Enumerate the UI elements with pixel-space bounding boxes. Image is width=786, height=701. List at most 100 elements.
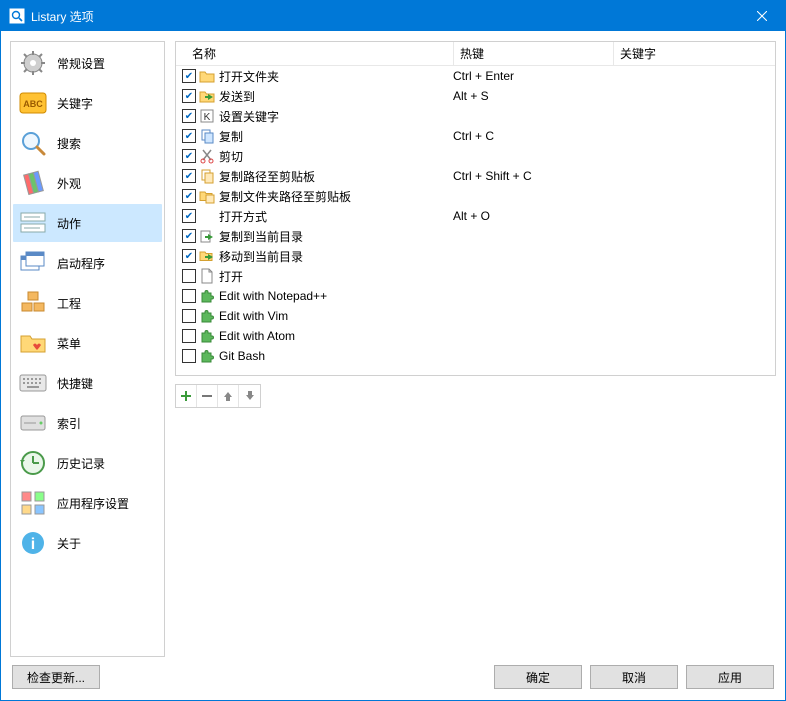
sidebar-item-launch[interactable]: 启动程序	[13, 244, 162, 282]
action-row[interactable]: 打开	[176, 266, 775, 286]
svg-text:K: K	[204, 112, 211, 123]
sidebar-item-appearance[interactable]: 外观	[13, 164, 162, 202]
action-icon	[199, 268, 215, 284]
action-checkbox[interactable]: ✔	[182, 149, 196, 163]
action-row[interactable]: ✔发送到Alt + S	[176, 86, 775, 106]
cancel-button[interactable]: 取消	[590, 665, 678, 689]
action-checkbox[interactable]	[182, 349, 196, 363]
add-button[interactable]	[176, 385, 197, 407]
column-name[interactable]: 名称	[176, 42, 454, 65]
sidebar-item-label: 索引	[57, 415, 81, 432]
action-name: 复制	[219, 128, 453, 145]
sidebar-item-label: 快捷键	[57, 375, 93, 392]
action-icon	[199, 188, 215, 204]
sidebar-item-hotkey[interactable]: 快捷键	[13, 364, 162, 402]
action-name: 打开	[219, 268, 453, 285]
action-row[interactable]: ✔剪切	[176, 146, 775, 166]
action-checkbox[interactable]	[182, 309, 196, 323]
action-name: 复制文件夹路径至剪贴板	[219, 188, 453, 205]
move-up-button[interactable]	[218, 385, 239, 407]
column-keyword[interactable]: 关键字	[614, 42, 775, 65]
folder-heart-icon	[19, 329, 47, 357]
ok-button[interactable]: 确定	[494, 665, 582, 689]
action-row[interactable]: Git Bash	[176, 346, 775, 366]
gear-icon	[19, 49, 47, 77]
action-checkbox[interactable]	[182, 329, 196, 343]
action-checkbox[interactable]: ✔	[182, 249, 196, 263]
sidebar-item-label: 菜单	[57, 335, 81, 352]
action-checkbox[interactable]: ✔	[182, 69, 196, 83]
close-button[interactable]	[739, 1, 785, 31]
window: Listary 选项 常规设置 ABC 关键字 搜索	[0, 0, 786, 701]
action-checkbox[interactable]	[182, 269, 196, 283]
sidebar-item-actions[interactable]: 动作	[13, 204, 162, 242]
action-row[interactable]: ✔ 打开文件夹Ctrl + Enter	[176, 66, 775, 86]
grid-icon	[19, 489, 47, 517]
action-icon	[199, 208, 215, 224]
arrow-up-icon	[222, 390, 234, 402]
action-checkbox[interactable]: ✔	[182, 229, 196, 243]
sidebar-item-about[interactable]: i 关于	[13, 524, 162, 562]
action-hotkey: Ctrl + Enter	[453, 69, 614, 83]
action-name: Edit with Notepad++	[219, 289, 453, 303]
sidebar-item-project[interactable]: 工程	[13, 284, 162, 322]
action-name: 复制到当前目录	[219, 228, 453, 245]
action-checkbox[interactable]: ✔	[182, 129, 196, 143]
action-icon	[199, 168, 215, 184]
sidebar-item-label: 历史记录	[57, 455, 105, 472]
action-row[interactable]: ✔ 打开方式Alt + O	[176, 206, 775, 226]
action-icon: K	[199, 108, 215, 124]
sidebar-item-appsettings[interactable]: 应用程序设置	[13, 484, 162, 522]
sidebar-item-history[interactable]: 历史记录	[13, 444, 162, 482]
main: 常规设置 ABC 关键字 搜索 外观 动作	[10, 41, 776, 657]
arrow-down-icon	[244, 390, 256, 402]
action-checkbox[interactable]: ✔	[182, 189, 196, 203]
check-update-button[interactable]: 检查更新...	[12, 665, 100, 689]
action-checkbox[interactable]	[182, 289, 196, 303]
action-name: 设置关键字	[219, 108, 453, 125]
action-row[interactable]: ✔移动到当前目录	[176, 246, 775, 266]
sidebar-item-label: 动作	[57, 215, 81, 232]
action-row[interactable]: Edit with Atom	[176, 326, 775, 346]
action-icon	[199, 288, 215, 304]
action-row[interactable]: ✔ 复制Ctrl + C	[176, 126, 775, 146]
action-name: 打开文件夹	[219, 68, 453, 85]
svg-text:i: i	[31, 536, 35, 553]
action-row[interactable]: Edit with Vim	[176, 306, 775, 326]
list-header: 名称 热键 关键字	[176, 42, 775, 66]
action-hotkey: Ctrl + C	[453, 129, 614, 143]
list-icon	[19, 209, 47, 237]
action-checkbox[interactable]: ✔	[182, 89, 196, 103]
sidebar-item-label: 搜索	[57, 135, 81, 152]
action-row[interactable]: ✔ 复制到当前目录	[176, 226, 775, 246]
action-name: Edit with Atom	[219, 329, 453, 343]
action-checkbox[interactable]: ✔	[182, 109, 196, 123]
action-row[interactable]: ✔复制路径至剪贴板Ctrl + Shift + C	[176, 166, 775, 186]
apply-button[interactable]: 应用	[686, 665, 774, 689]
swatch-icon	[19, 169, 47, 197]
column-hotkey[interactable]: 热键	[454, 42, 614, 65]
action-icon	[199, 68, 215, 84]
action-row[interactable]: Edit with Notepad++	[176, 286, 775, 306]
action-icon	[199, 148, 215, 164]
list-toolbar	[175, 384, 261, 408]
remove-button[interactable]	[197, 385, 218, 407]
sidebar-item-search[interactable]: 搜索	[13, 124, 162, 162]
sidebar-item-menu[interactable]: 菜单	[13, 324, 162, 362]
action-icon	[199, 308, 215, 324]
sidebar-item-general[interactable]: 常规设置	[13, 44, 162, 82]
action-checkbox[interactable]: ✔	[182, 209, 196, 223]
action-name: 打开方式	[219, 208, 453, 225]
action-checkbox[interactable]: ✔	[182, 169, 196, 183]
action-icon	[199, 88, 215, 104]
move-down-button[interactable]	[239, 385, 260, 407]
list-body[interactable]: ✔打开文件夹Ctrl + Enter✔发送到Alt + S✔K设置关键字✔复制C…	[176, 66, 775, 375]
action-row[interactable]: ✔ K 设置关键字	[176, 106, 775, 126]
sidebar-item-keyword[interactable]: ABC 关键字	[13, 84, 162, 122]
sidebar-item-label: 外观	[57, 175, 81, 192]
action-row[interactable]: ✔ 复制文件夹路径至剪贴板	[176, 186, 775, 206]
action-hotkey: Alt + O	[453, 209, 614, 223]
keyboard-icon	[19, 369, 47, 397]
sidebar-item-index[interactable]: 索引	[13, 404, 162, 442]
sidebar-item-label: 工程	[57, 295, 81, 312]
